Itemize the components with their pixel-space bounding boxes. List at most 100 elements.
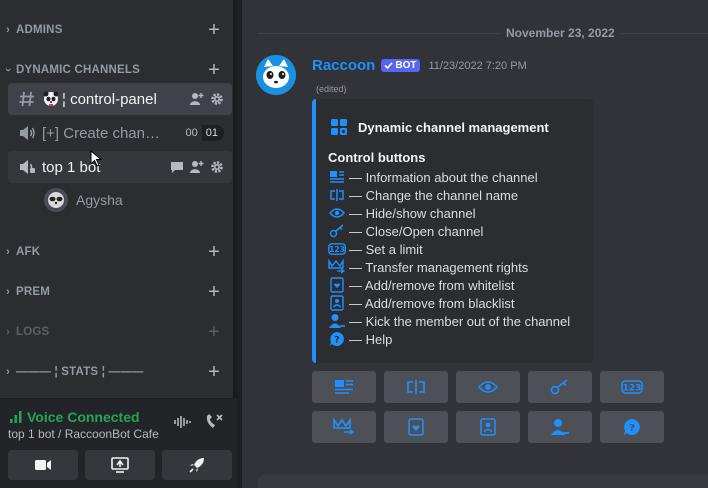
voice-status[interactable]: Voice Connected <box>10 409 140 425</box>
create-channel-plus-icon[interactable]: + <box>204 242 224 262</box>
blacklist-icon <box>480 418 496 436</box>
embed-line-text: — Set a limit <box>349 241 423 257</box>
create-channel-plus-icon[interactable]: + <box>204 20 224 40</box>
category-label: LOGS <box>16 326 50 338</box>
noise-suppression-icon[interactable] <box>174 415 192 429</box>
embed-line-text: — Transfer management rights <box>349 259 529 275</box>
chat-bubble-icon[interactable] <box>170 160 184 174</box>
embed-line-rename: — Change the channel name <box>328 187 518 203</box>
chevron-down-icon: › <box>2 68 14 72</box>
category-afk[interactable]: › AFK + <box>0 242 232 262</box>
eye-icon <box>478 381 498 393</box>
category-stats[interactable]: › ——— ¦ STATS ¦ ——— + <box>0 362 232 382</box>
user-count: 00 <box>181 125 202 141</box>
whitelist-icon <box>328 277 346 293</box>
embed-line-whitelist: — Add/remove from whitelist <box>328 277 514 293</box>
category-label: DYNAMIC CHANNELS <box>16 64 140 76</box>
camera-button[interactable] <box>8 450 78 480</box>
channel-top-1-bot[interactable]: top 1 bot <box>8 151 232 183</box>
screen-share-icon <box>111 457 129 473</box>
svg-text:123: 123 <box>623 384 642 394</box>
channel-name: [+] Create chan… <box>42 124 160 142</box>
video-camera-icon <box>35 460 51 470</box>
screen-share-button[interactable] <box>85 450 155 480</box>
info-list-icon <box>335 380 353 394</box>
help-button[interactable]: ? <box>600 411 664 443</box>
category-admins[interactable]: › ADMINS + <box>0 20 232 40</box>
voice-status-label: Voice Connected <box>27 409 140 425</box>
text-channel-hash-icon <box>16 89 38 109</box>
rename-button[interactable] <box>384 371 448 403</box>
chevron-right-icon: › <box>6 326 10 338</box>
channel-control-panel[interactable]: ¦ control-panel <box>8 83 232 115</box>
member-name: Agysha <box>76 192 123 208</box>
embed-title: Dynamic channel management <box>358 119 549 135</box>
invite-member-icon[interactable] <box>190 160 204 174</box>
kick-member-icon <box>328 313 346 329</box>
visibility-button[interactable] <box>456 371 520 403</box>
author-name[interactable]: Raccoon <box>312 57 375 74</box>
embed-line-text: — Kick the member out of the channel <box>349 313 571 329</box>
lock-button[interactable] <box>528 371 592 403</box>
disconnect-call-icon[interactable] <box>204 413 224 431</box>
chevron-right-icon: › <box>6 286 10 298</box>
category-prem[interactable]: › PREM + <box>0 282 232 302</box>
embed-line-transfer: — Transfer management rights <box>328 259 528 275</box>
create-channel-plus-icon[interactable]: + <box>204 282 224 302</box>
category-logs[interactable]: › LOGS + <box>0 322 232 342</box>
info-button[interactable] <box>312 371 376 403</box>
embed-line-text: — Help <box>349 331 393 347</box>
date-divider-label: November 23, 2022 <box>500 26 621 40</box>
key-icon <box>328 223 346 239</box>
bot-badge-label: BOT <box>395 60 417 71</box>
whitelist-button[interactable] <box>384 411 448 443</box>
channel-name: ¦ control-panel <box>62 90 157 108</box>
voice-connection-panel: Voice Connected top 1 bot / RaccoonBot C… <box>0 398 237 488</box>
activities-button[interactable] <box>162 450 232 480</box>
checkmark-icon <box>384 62 393 70</box>
svg-text:123: 123 <box>329 245 345 254</box>
date-divider <box>258 33 708 34</box>
svg-text:?: ? <box>629 423 635 434</box>
kick-button[interactable] <box>528 411 592 443</box>
eye-icon <box>328 205 346 221</box>
create-channel-plus-icon[interactable]: + <box>204 362 224 382</box>
embed-line-text: — Information about the channel <box>349 169 538 185</box>
dashboard-icon <box>331 119 347 135</box>
embed-header: Dynamic channel management <box>330 118 549 136</box>
embed-subtitle: Control buttons <box>328 150 426 165</box>
create-channel-plus-icon[interactable]: + <box>204 322 224 342</box>
svg-text:?: ? <box>334 336 339 346</box>
invite-member-icon[interactable] <box>190 92 204 106</box>
user-limit-badge: 00 01 <box>181 125 224 141</box>
transfer-button[interactable] <box>312 411 376 443</box>
limit-123-icon: 123 <box>621 380 643 394</box>
embed-card: Dynamic channel management Control butto… <box>312 99 593 363</box>
gear-icon[interactable] <box>210 92 224 106</box>
embed-line-kick: — Kick the member out of the channel <box>328 313 570 329</box>
embed-line-text: — Add/remove from blacklist <box>349 295 515 311</box>
author-avatar[interactable] <box>256 55 296 95</box>
edited-label: (edited) <box>316 84 347 94</box>
embed-line-help: ? — Help <box>328 331 392 347</box>
category-dynamic-channels[interactable]: › DYNAMIC CHANNELS + <box>0 60 232 80</box>
embed-line-info: — Information about the channel <box>328 169 538 185</box>
speaker-icon <box>16 123 38 143</box>
whitelist-icon <box>408 418 424 436</box>
gear-icon[interactable] <box>210 160 224 174</box>
avatar <box>44 188 68 212</box>
chat-area: November 23, 2022 Raccoon BOT 11/23/2022… <box>242 0 708 488</box>
rename-icon <box>407 380 425 394</box>
voice-location[interactable]: top 1 bot / RaccoonBot Cafe <box>8 427 159 441</box>
limit-button[interactable]: 123 <box>600 371 664 403</box>
embed-line-lock: — Close/Open channel <box>328 223 483 239</box>
voice-member-agysha[interactable]: Agysha <box>44 186 224 214</box>
message-composer[interactable] <box>258 474 708 488</box>
info-list-icon <box>328 169 346 185</box>
message-header: Raccoon BOT 11/23/2022 7:20 PM <box>312 57 527 74</box>
create-channel-plus-icon[interactable]: + <box>204 60 224 80</box>
bot-badge: BOT <box>381 59 421 72</box>
blacklist-button[interactable] <box>456 411 520 443</box>
channel-create[interactable]: [+] Create chan… 00 01 <box>8 117 232 149</box>
chevron-right-icon: › <box>6 246 10 258</box>
